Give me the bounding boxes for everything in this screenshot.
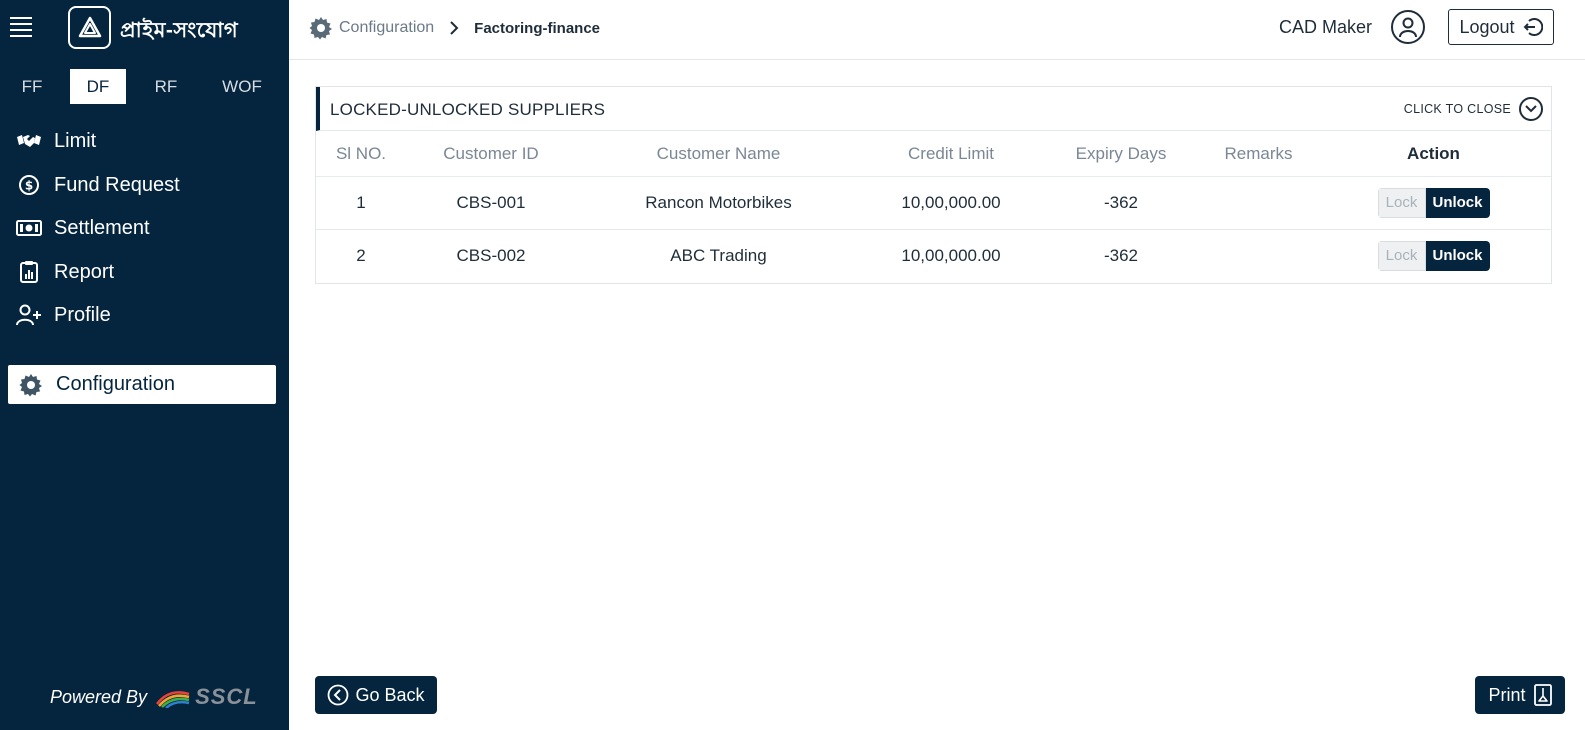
breadcrumb-current: Factoring-finance xyxy=(474,19,601,37)
user-icon xyxy=(1399,17,1417,38)
avatar[interactable] xyxy=(1391,10,1425,44)
sidebar-item-label: Settlement xyxy=(54,216,150,239)
breadcrumb-home[interactable]: Configuration xyxy=(339,19,434,37)
powered-by-label: Powered By xyxy=(50,686,148,707)
panel-header: LOCKED-UNLOCKED SUPPLIERS CLICK TO CLOSE xyxy=(316,87,1551,131)
gear-icon xyxy=(18,372,44,398)
tab-ff[interactable]: FF xyxy=(8,69,56,104)
svg-text:$: $ xyxy=(25,179,33,193)
sidebar-item-configuration[interactable]: Configuration xyxy=(8,365,276,404)
logout-label: Logout xyxy=(1459,16,1515,37)
powered-by: Powered By SSCL xyxy=(50,684,258,710)
sidebar-header: প্রাইম-সংযোগ xyxy=(0,0,289,56)
sscl-wordmark: SSCL xyxy=(195,684,258,709)
sidebar-item-report[interactable]: Report xyxy=(16,254,114,290)
dollar-circle-icon: $ xyxy=(16,172,42,198)
col-sl-no: Sl NO. xyxy=(316,132,406,177)
suppliers-panel: LOCKED-UNLOCKED SUPPLIERS CLICK TO CLOSE… xyxy=(315,86,1552,284)
click-to-close-toggle[interactable]: CLICK TO CLOSE xyxy=(1404,97,1543,121)
product-tabs: FF DF RF WOF xyxy=(0,69,289,104)
print-button[interactable]: Print xyxy=(1475,676,1565,714)
col-expiry-days: Expiry Days xyxy=(1041,132,1201,177)
cell-action: Lock Unlock xyxy=(1316,229,1551,282)
lock-unlock-toggle: Lock Unlock xyxy=(1377,187,1490,218)
panel-title: LOCKED-UNLOCKED SUPPLIERS xyxy=(330,100,606,119)
brand-name: প্রাইম-সংযোগ xyxy=(120,19,239,42)
col-remarks: Remarks xyxy=(1201,132,1316,177)
top-header: Configuration Factoring-finance CAD Make… xyxy=(289,0,1585,60)
sscl-logo: SSCL xyxy=(155,684,258,710)
sidebar-item-label: Limit xyxy=(54,129,97,152)
pdf-file-icon xyxy=(1533,684,1552,706)
cell-customer-id: CBS-001 xyxy=(406,176,576,230)
sidebar: প্রাইম-সংযোগ FF DF RF WOF Limit $ Fund R… xyxy=(0,0,289,730)
clipboard-chart-icon xyxy=(16,259,42,285)
go-back-button[interactable]: Go Back xyxy=(315,676,437,714)
tab-wof[interactable]: WOF xyxy=(214,69,270,104)
unlock-button[interactable]: Unlock xyxy=(1425,187,1490,218)
triangle-logo-icon xyxy=(78,16,101,37)
handshake-icon xyxy=(16,128,42,154)
cell-expiry-days: -362 xyxy=(1103,245,1139,265)
cell-customer-id: CBS-002 xyxy=(456,245,526,265)
table-header-row: Sl NO. Customer ID Customer Name Credit … xyxy=(316,132,1551,177)
lock-unlock-toggle: Lock Unlock xyxy=(1377,240,1490,271)
sidebar-item-label: Report xyxy=(54,260,115,283)
chevron-right-icon xyxy=(450,21,459,35)
sscl-rainbow-icon xyxy=(156,691,190,708)
tab-rf[interactable]: RF xyxy=(142,69,190,104)
user-plus-icon xyxy=(16,302,42,328)
chevron-down-icon xyxy=(1519,97,1543,121)
cash-icon xyxy=(16,215,42,241)
col-customer-id: Customer ID xyxy=(406,132,576,177)
cell-action: Lock Unlock xyxy=(1316,176,1551,230)
hamburger-menu-icon[interactable] xyxy=(10,17,32,37)
sidebar-item-label: Configuration xyxy=(56,373,175,395)
sidebar-item-profile[interactable]: Profile xyxy=(16,297,111,333)
sidebar-item-limit[interactable]: Limit xyxy=(16,123,96,159)
table-row: 2 CBS-002 ABC Trading 10,00,000.00 -362 … xyxy=(316,229,1551,282)
sidebar-item-fund-request[interactable]: $ Fund Request xyxy=(16,167,180,203)
logout-button[interactable]: Logout xyxy=(1448,9,1554,45)
cell-expiry-days: -362 xyxy=(1041,176,1201,230)
gear-icon xyxy=(309,17,332,40)
col-credit-limit: Credit Limit xyxy=(861,132,1041,177)
tab-df[interactable]: DF xyxy=(70,69,126,104)
chevron-left-circle-icon xyxy=(328,684,349,706)
suppliers-table: Sl NO. Customer ID Customer Name Credit … xyxy=(316,132,1551,282)
breadcrumb: Configuration Factoring-finance xyxy=(309,16,600,40)
sidebar-item-label: Profile xyxy=(54,303,111,326)
cell-credit-limit: 10,00,000.00 xyxy=(861,176,1041,230)
cell-remarks xyxy=(1201,229,1316,282)
go-back-label: Go Back xyxy=(355,684,425,705)
print-label: Print xyxy=(1488,684,1526,705)
lock-button[interactable]: Lock xyxy=(1377,240,1426,271)
cell-customer-name: ABC Trading xyxy=(670,245,767,265)
cell-customer-name: Rancon Motorbikes xyxy=(576,176,861,230)
cell-sl: 1 xyxy=(316,176,406,230)
cell-credit-limit: 10,00,000.00 xyxy=(901,245,1001,265)
sidebar-item-label: Fund Request xyxy=(54,173,180,196)
app-logo xyxy=(68,6,111,49)
lock-button[interactable]: Lock xyxy=(1377,187,1426,218)
logout-icon xyxy=(1523,18,1543,36)
cell-remarks xyxy=(1201,176,1316,230)
sidebar-item-settlement[interactable]: Settlement xyxy=(16,210,150,246)
cell-sl: 2 xyxy=(356,245,366,265)
col-customer-name: Customer Name xyxy=(576,132,861,177)
user-name: CAD Maker xyxy=(1279,17,1373,37)
unlock-button[interactable]: Unlock xyxy=(1425,240,1490,271)
table-row: 1 CBS-001 Rancon Motorbikes 10,00,000.00… xyxy=(316,176,1551,230)
col-action: Action xyxy=(1316,132,1551,177)
toggle-label: CLICK TO CLOSE xyxy=(1403,102,1511,116)
